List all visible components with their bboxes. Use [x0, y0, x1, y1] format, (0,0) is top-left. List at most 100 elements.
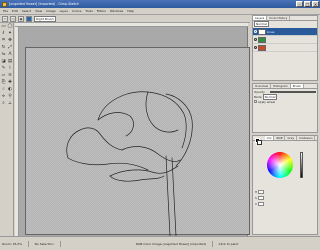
tab-col[interactable]: Col: [265, 136, 275, 140]
tab-overview[interactable]: Overview: [253, 84, 272, 88]
saturation-label: S: [255, 196, 257, 200]
rotate-icon[interactable]: ↻: [1, 45, 7, 51]
value-label: V: [255, 202, 257, 206]
toolbox: ▭ ◯ ℓ ✦ ⌗ ✥ ↻ ⤢ ⇋ A ◪ ▤ ✎ ⌇ ▱ ≋ ⎘ ✚ ☝ ◐ ⟡ ⚲ ⌕ ⟂: [0, 23, 14, 236]
text-icon[interactable]: A: [7, 52, 13, 58]
minimize-button[interactable]: –: [296, 1, 303, 7]
airbrush-icon[interactable]: ≋: [7, 73, 13, 79]
status-hint: Click to paint: [218, 241, 239, 246]
tab-grey[interactable]: Grey: [285, 136, 298, 140]
value-slider[interactable]: [300, 152, 303, 178]
status-bar: Zoom: 25.0% No Selection RGB Color Image…: [0, 236, 320, 250]
menu-layer[interactable]: Layer: [60, 9, 68, 13]
menu-image[interactable]: Image: [46, 9, 55, 13]
window-controls: – □ ×: [296, 1, 319, 7]
layer-name: Lines: [267, 29, 275, 34]
options-button-2[interactable]: ◫: [10, 15, 16, 22]
ellipse-select-icon[interactable]: ◯: [7, 24, 13, 30]
background-color-swatch[interactable]: [257, 140, 262, 145]
zoom-readout: Zoom: 25.0%: [2, 241, 23, 246]
eraser-icon[interactable]: ▱: [1, 73, 7, 79]
menu-filters[interactable]: Filters: [97, 9, 106, 13]
selection-status: No Selection: [34, 241, 54, 246]
crop-icon[interactable]: ⌗: [1, 38, 7, 44]
brush-icon[interactable]: ⌇: [7, 66, 13, 72]
menu-edit[interactable]: Edit: [12, 9, 18, 13]
window-title-bar: [ungolded flower] (imported) - Gimp-Sket…: [0, 0, 320, 8]
flower-petal-outline: [121, 146, 181, 162]
hue-field[interactable]: [258, 190, 265, 194]
options-button-1[interactable]: ▭: [2, 15, 8, 22]
flip-icon[interactable]: ⇋: [1, 52, 7, 58]
value-row: V: [255, 202, 264, 206]
options-color-swatch[interactable]: [26, 15, 32, 22]
color-wheel[interactable]: [267, 152, 293, 178]
flower-petal-outline: [97, 112, 134, 137]
menu-bar: File Edit Select View Image Layer Colors…: [0, 8, 320, 15]
layer-thumbnail: [258, 28, 266, 35]
value-field[interactable]: [257, 202, 264, 206]
menu-tools[interactable]: Tools: [85, 9, 92, 13]
layer-row[interactable]: [253, 36, 317, 44]
picker-icon[interactable]: ⚲: [7, 94, 13, 100]
brush-mode-select[interactable]: Right Brush: [34, 15, 56, 22]
dock-panels: Layers Undo History Normal Lines Overvie…: [250, 15, 320, 236]
tab-brush[interactable]: Brush: [290, 84, 304, 88]
flower-petal-outline: [66, 127, 123, 159]
opacity-slider[interactable]: [269, 90, 316, 93]
image-info: RGB Color Image [ungolded flower] (impor…: [136, 241, 207, 246]
smudge-icon[interactable]: ☝: [1, 87, 7, 93]
rect-select-icon[interactable]: ▭: [1, 24, 7, 30]
move-icon[interactable]: ✥: [7, 38, 13, 44]
tab-undo-history[interactable]: Undo History: [267, 16, 291, 20]
visibility-eye-icon[interactable]: [254, 46, 257, 49]
layers-panel: Layers Undo History Normal Lines: [252, 15, 318, 81]
flower-petal-outline: [165, 93, 193, 167]
tab-layers[interactable]: Layers: [253, 16, 268, 20]
scale-icon[interactable]: ⤢: [7, 45, 13, 51]
tab-histogram[interactable]: Histogram: [271, 84, 291, 88]
path-icon[interactable]: ⟡: [1, 94, 7, 100]
tab-rgb[interactable]: RGB: [274, 136, 286, 140]
mode-label: Mode: [254, 94, 262, 99]
close-button[interactable]: ×: [312, 1, 319, 7]
bucket-icon[interactable]: ◪: [1, 59, 7, 65]
heal-icon[interactable]: ✚: [7, 80, 13, 86]
menu-help[interactable]: Help: [127, 9, 134, 13]
dodge-icon[interactable]: ◐: [7, 87, 13, 93]
flower-petal-outline: [109, 165, 179, 177]
layer-mode-row: Normal: [253, 20, 317, 27]
apply-wheel-checkbox[interactable]: [254, 100, 257, 103]
status-separator: [59, 240, 61, 247]
hue-label: H: [255, 190, 258, 194]
maximize-button[interactable]: □: [304, 1, 311, 7]
menu-view[interactable]: View: [35, 9, 42, 13]
layer-row[interactable]: [253, 44, 317, 52]
layer-row[interactable]: Lines: [253, 28, 317, 36]
menu-colors[interactable]: Colors: [72, 9, 81, 13]
status-separator: [212, 240, 213, 247]
layer-mode-select[interactable]: Normal: [254, 20, 269, 27]
wand-icon[interactable]: ✦: [7, 31, 13, 37]
flower-petal-outline: [67, 157, 149, 171]
layer-thumbnail: [258, 36, 266, 43]
clone-icon[interactable]: ⎘: [1, 80, 7, 86]
saturation-field[interactable]: [257, 196, 264, 200]
menu-file[interactable]: File: [3, 9, 8, 13]
visibility-eye-icon[interactable]: [254, 30, 257, 33]
menu-windows[interactable]: Windows: [110, 9, 123, 13]
visibility-eye-icon[interactable]: [254, 38, 257, 41]
flower-petal-outline: [109, 175, 165, 182]
pencil-icon[interactable]: ✎: [1, 66, 7, 72]
lasso-icon[interactable]: ℓ: [1, 31, 7, 37]
menu-select[interactable]: Select: [22, 9, 31, 13]
options-button-3[interactable]: ▣: [18, 15, 24, 22]
hue-row: H: [255, 190, 265, 194]
zoom-icon[interactable]: ⌕: [1, 101, 7, 107]
horizontal-ruler: [15, 23, 248, 27]
color-panel: Col RGB Grey Cartesian H S V: [252, 135, 318, 235]
image-canvas[interactable]: [25, 47, 250, 236]
tab-cartesian[interactable]: Cartesian: [297, 136, 316, 140]
measure-icon[interactable]: ⟂: [7, 101, 13, 107]
gradient-icon[interactable]: ▤: [7, 59, 13, 65]
